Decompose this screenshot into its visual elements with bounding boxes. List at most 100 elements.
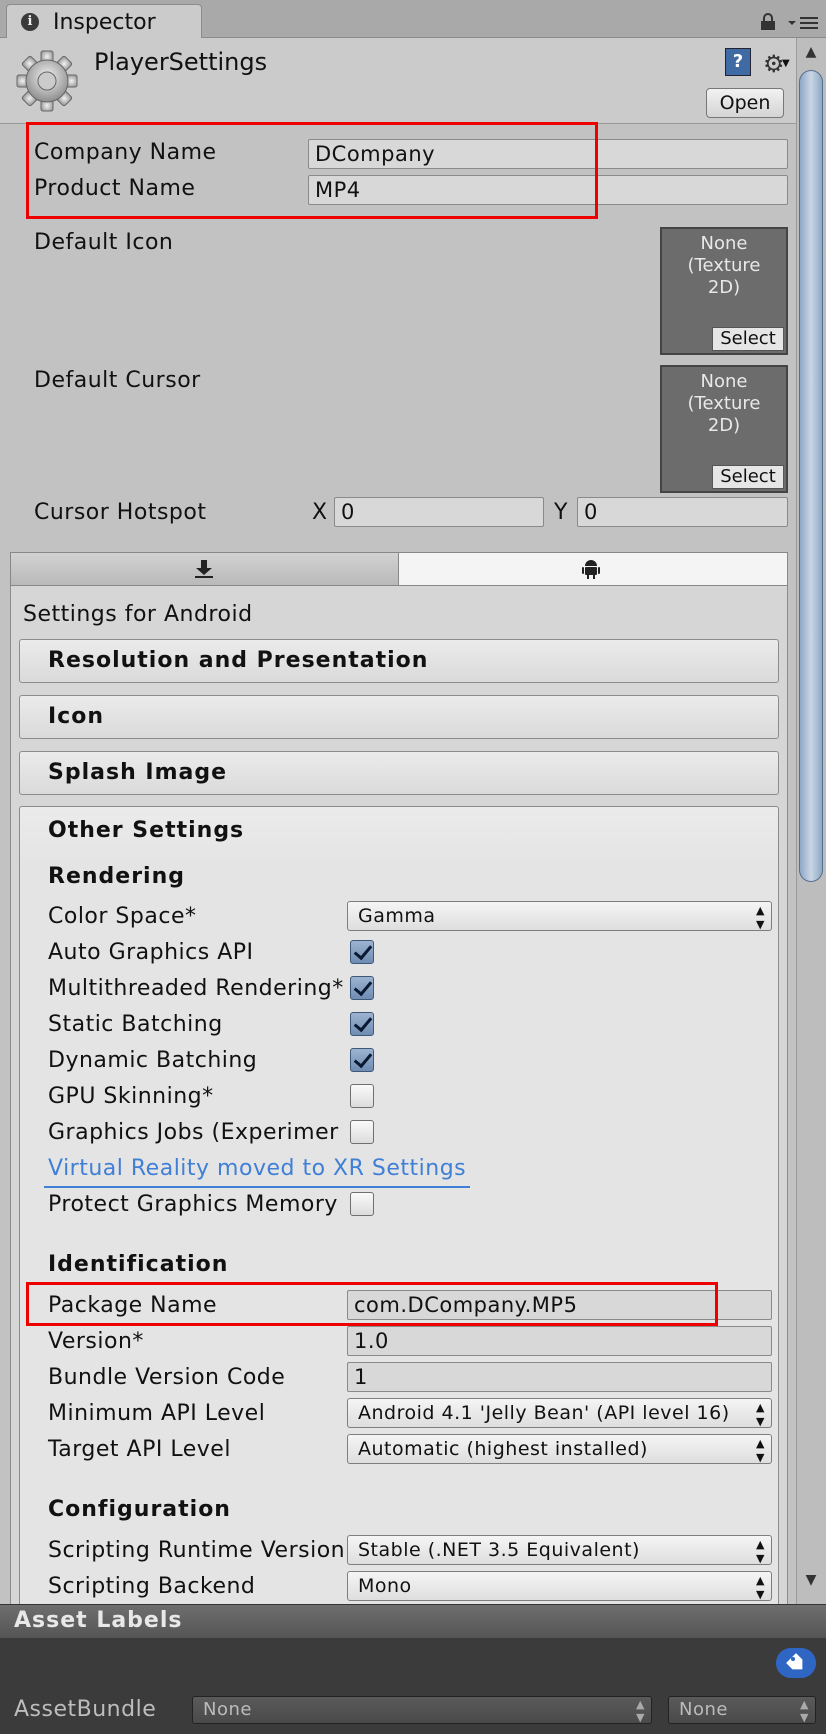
dropdown-arrows-icon: ▲ ▼ [636,1698,645,1724]
target-api-level-dropdown[interactable]: Automatic (highest installed) ▲ ▼ [347,1434,772,1464]
lock-icon[interactable] [759,13,777,31]
hotspot-y-field[interactable]: 0 [577,497,788,527]
scripting-runtime-version-value: Stable (.NET 3.5 Equivalent) [358,1539,640,1561]
scripting-backend-dropdown[interactable]: Mono ▲ ▼ [347,1571,772,1601]
scripting-backend-value: Mono [358,1575,412,1597]
default-cursor-texture-slot[interactable]: None (Texture 2D) Select [660,365,788,493]
scripting-backend-label: Scripting Backend [48,1574,256,1599]
static-batching-label: Static Batching [48,1012,223,1037]
minimum-api-level-value: Android 4.1 'Jelly Bean' (API level 16) [358,1402,730,1424]
package-name-field[interactable]: com.DCompany.MP5 [347,1290,772,1320]
other-settings-title[interactable]: Other Settings [48,818,244,843]
inspector-header: PlayerSettings ? ⚙ ▼ Open [0,38,796,124]
default-cursor-slot-text: None (Texture 2D) [687,371,761,436]
graphics-jobs-label: Graphics Jobs (Experimer [48,1120,339,1145]
minimum-api-level-label: Minimum API Level [48,1401,266,1426]
multithreaded-rendering-checkbox[interactable] [350,976,374,1000]
rendering-heading: Rendering [48,864,185,889]
open-button[interactable]: Open [706,88,784,118]
tab-standalone[interactable] [11,553,399,585]
hotspot-x-label: X [312,500,328,525]
default-cursor-select-button[interactable]: Select [712,465,784,489]
identification-heading: Identification [48,1252,229,1277]
dropdown-arrows-icon: ▲ ▼ [756,1538,765,1565]
default-icon-slot-text: None (Texture 2D) [687,233,761,298]
assetbundle-variant-dropdown[interactable]: None ▲ ▼ [668,1696,816,1724]
chevron-down-icon: ▼ [782,58,790,69]
dynamic-batching-checkbox[interactable] [350,1048,374,1072]
scripting-runtime-version-dropdown[interactable]: Stable (.NET 3.5 Equivalent) ▲ ▼ [347,1535,772,1565]
tab-inspector-label: Inspector [53,10,156,35]
product-name-field[interactable]: MP4 [308,175,788,205]
asset-labels-header[interactable]: Asset Labels [0,1604,826,1638]
settings-for-label: Settings for Android [23,602,253,627]
default-icon-texture-slot[interactable]: None (Texture 2D) Select [660,227,788,355]
tab-inspector[interactable]: i Inspector [6,4,202,39]
dropdown-arrows-icon: ▲ ▼ [800,1698,809,1724]
graphics-jobs-checkbox[interactable] [350,1120,374,1144]
protect-graphics-memory-label: Protect Graphics Memory [48,1192,338,1217]
color-space-dropdown[interactable]: Gamma ▲ ▼ [347,901,772,931]
dynamic-batching-label: Dynamic Batching [48,1048,258,1073]
foldout-title: Splash Image [48,760,228,785]
foldout-resolution-presentation[interactable]: Resolution and Presentation [19,639,779,683]
cursor-hotspot-label: Cursor Hotspot [34,500,207,525]
bundle-version-code-field[interactable]: 1 [347,1362,772,1392]
download-arrow-icon [195,560,213,578]
hotspot-x-field[interactable]: 0 [334,497,544,527]
tab-menu-icon[interactable] [786,14,820,32]
default-icon-select-button[interactable]: Select [712,327,784,351]
assetbundle-name-value: None [203,1699,252,1720]
assetbundle-label: AssetBundle [14,1697,157,1722]
default-icon-label: Default Icon [34,230,174,255]
gpu-skinning-label: GPU Skinning* [48,1084,214,1109]
asset-title: PlayerSettings [94,48,268,76]
scroll-up-arrow-icon[interactable]: ▲ [796,44,826,66]
assetbundle-variant-value: None [679,1699,728,1720]
package-name-label: Package Name [48,1293,218,1318]
version-label: Version* [48,1329,144,1354]
assetbundle-name-dropdown[interactable]: None ▲ ▼ [192,1696,652,1724]
asset-labels-title: Asset Labels [14,1608,183,1633]
platform-tabs [10,552,788,586]
foldout-splash-image[interactable]: Splash Image [19,751,779,795]
configuration-heading: Configuration [48,1497,231,1522]
product-name-label: Product Name [34,176,196,201]
version-field[interactable]: 1.0 [347,1326,772,1356]
tab-android[interactable] [399,553,787,585]
dropdown-arrows-icon: ▲ ▼ [756,1401,765,1428]
info-icon: i [21,13,39,31]
foldout-other-settings: Other Settings Rendering Color Space* Ga… [19,806,779,1606]
vr-moved-to-xr-link[interactable]: Virtual Reality moved to XR Settings [48,1156,466,1181]
color-space-value: Gamma [358,905,436,927]
gpu-skinning-checkbox[interactable] [350,1084,374,1108]
tag-icon[interactable] [776,1648,816,1678]
color-space-label: Color Space* [48,904,197,929]
scripting-runtime-version-label: Scripting Runtime Version [48,1538,346,1563]
target-api-level-value: Automatic (highest installed) [358,1438,648,1460]
scroll-down-arrow-icon[interactable]: ▼ [796,1572,826,1594]
bundle-version-code-label: Bundle Version Code [48,1365,286,1390]
minimum-api-level-dropdown[interactable]: Android 4.1 'Jelly Bean' (API level 16) … [347,1398,772,1428]
android-icon [582,560,600,579]
player-settings-gear-icon [16,50,78,112]
auto-graphics-api-checkbox[interactable] [350,940,374,964]
dropdown-arrows-icon: ▲ ▼ [756,1437,765,1464]
dropdown-arrows-icon: ▲ ▼ [756,904,765,931]
dropdown-arrows-icon: ▲ ▼ [756,1574,765,1601]
static-batching-checkbox[interactable] [350,1012,374,1036]
help-book-icon[interactable]: ? [725,48,751,76]
foldout-icon[interactable]: Icon [19,695,779,739]
target-api-level-label: Target API Level [48,1437,231,1462]
foldout-title: Icon [48,704,105,729]
company-name-label: Company Name [34,140,217,165]
foldout-title: Resolution and Presentation [48,648,429,673]
default-cursor-label: Default Cursor [34,368,201,393]
android-settings-panel: Settings for Android Resolution and Pres… [10,586,788,1606]
scrollbar-thumb[interactable] [799,70,823,882]
company-name-field[interactable]: DCompany [308,139,788,169]
auto-graphics-api-label: Auto Graphics API [48,940,254,965]
protect-graphics-memory-checkbox[interactable] [350,1192,374,1216]
vr-link-underline [44,1186,470,1188]
hotspot-y-label: Y [554,500,568,525]
